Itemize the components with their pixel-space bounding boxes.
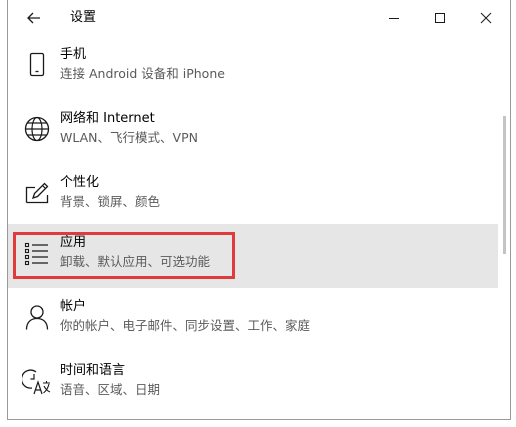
minimize-button[interactable] (380, 4, 408, 32)
settings-item-name: 帐户 (60, 299, 87, 314)
title-bar: 设置 (8, 0, 510, 36)
minimize-icon (389, 18, 399, 19)
settings-item-name: 时间和语言 (60, 363, 126, 378)
settings-item-apps[interactable]: 应用 卸载、默认应用、可选功能 (8, 224, 498, 288)
settings-item-description: 语音、区域、日期 (60, 382, 161, 397)
vertical-scrollbar[interactable] (503, 116, 506, 254)
settings-item-accounts[interactable]: 帐户 你的帐户、电子邮件、同步设置、工作、家庭 (8, 288, 498, 352)
person-icon (25, 305, 49, 330)
globe-icon (24, 116, 50, 142)
settings-item-phone[interactable]: 手机 连接 Android 设备和 iPhone (8, 36, 498, 100)
maximize-icon (435, 13, 445, 23)
back-arrow-icon (27, 12, 40, 24)
settings-item-description: 连接 Android 设备和 iPhone (60, 66, 225, 81)
close-icon (480, 12, 492, 24)
settings-item-personalization[interactable]: 个性化 背景、锁屏、颜色 (8, 164, 498, 228)
back-button[interactable] (24, 8, 44, 28)
settings-item-description: 背景、锁屏、颜色 (60, 194, 161, 209)
settings-item-description: 你的帐户、电子邮件、同步设置、工作、家庭 (60, 318, 311, 333)
maximize-button[interactable] (426, 4, 454, 32)
settings-window: 设置 手机 连接 Android 设备和 iPhone 网络和 Internet… (7, 0, 511, 420)
settings-item-network[interactable]: 网络和 Internet WLAN、飞行模式、VPN (8, 100, 498, 164)
personalization-pen-icon (25, 182, 49, 204)
settings-item-name: 个性化 (60, 175, 100, 190)
phone-icon (29, 52, 45, 77)
window-title: 设置 (70, 10, 97, 25)
settings-list: 手机 连接 Android 设备和 iPhone 网络和 Internet WL… (8, 36, 510, 419)
settings-item-time-language[interactable]: 时间和语言 语音、区域、日期 (8, 352, 498, 416)
time-language-icon (22, 369, 51, 395)
close-button[interactable] (472, 4, 500, 32)
settings-item-name: 手机 (60, 47, 87, 62)
highlight-annotation (13, 232, 235, 279)
settings-item-name: 网络和 Internet (60, 111, 155, 126)
settings-item-description: WLAN、飞行模式、VPN (60, 130, 198, 145)
